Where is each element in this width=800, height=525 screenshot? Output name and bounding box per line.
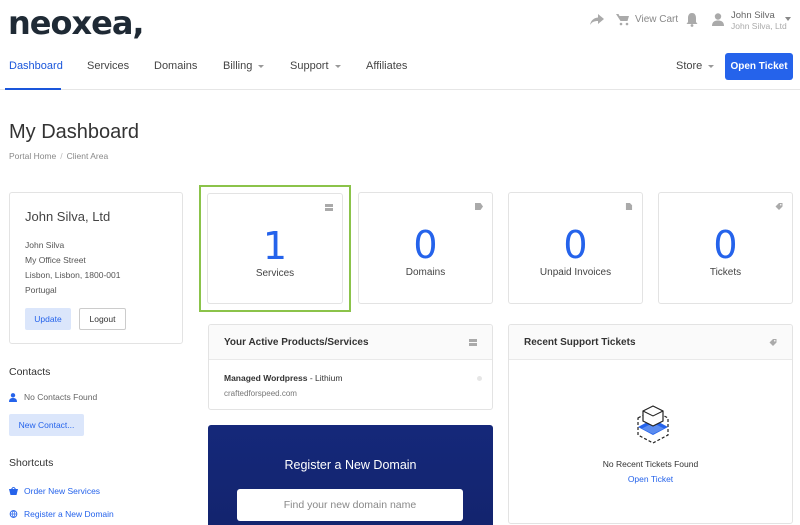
nav-affiliates[interactable]: Affiliates <box>366 60 407 72</box>
cart-icon[interactable] <box>616 13 630 26</box>
stat-value: 0 <box>713 223 738 267</box>
stat-tile-tickets[interactable]: 0 Tickets <box>658 192 793 304</box>
ticket-icon <box>775 203 783 210</box>
panel-header: Recent Support Tickets <box>509 325 792 360</box>
panel-title: Your Active Products/Services <box>224 337 369 348</box>
server-icon <box>325 204 333 211</box>
ticket-icon <box>769 339 777 346</box>
address-line: John Silva <box>25 240 65 250</box>
profile-card: John Silva, Ltd John Silva My Office Str… <box>9 192 183 344</box>
user-avatar-icon[interactable] <box>712 13 724 26</box>
domain-search-input[interactable] <box>237 489 463 521</box>
person-icon <box>9 392 17 402</box>
bell-icon[interactable] <box>686 13 698 27</box>
brand-logo[interactable]: neoxea, <box>8 4 145 42</box>
update-button[interactable]: Update <box>25 308 71 330</box>
breadcrumb-client-area: Client Area <box>66 151 109 161</box>
stat-value: 0 <box>413 223 438 267</box>
chevron-down-icon <box>258 64 265 68</box>
view-cart-link[interactable]: View Cart <box>635 14 678 25</box>
basket-icon <box>9 487 18 495</box>
nav-support-label: Support <box>290 60 329 72</box>
logout-button[interactable]: Logout <box>79 308 126 330</box>
stat-label: Domains <box>405 267 446 278</box>
shortcut-label: Order New Services <box>24 486 101 496</box>
stat-label: Unpaid Invoices <box>539 267 612 278</box>
contacts-empty: No Contacts Found <box>9 392 97 402</box>
nav-store[interactable]: Store <box>676 60 715 72</box>
main-nav: Dashboard Services Domains Billing Suppo… <box>0 42 800 90</box>
contacts-title: Contacts <box>9 366 51 378</box>
server-icon <box>469 339 477 346</box>
nav-billing[interactable]: Billing <box>223 60 265 72</box>
contacts-empty-text: No Contacts Found <box>24 392 98 402</box>
breadcrumb: Portal Home / Client Area <box>9 151 108 161</box>
user-company[interactable]: John Silva, Ltd <box>731 21 787 31</box>
stat-tile-invoices[interactable]: 0 Unpaid Invoices <box>508 192 643 304</box>
nav-dashboard[interactable]: Dashboard <box>9 60 63 72</box>
stat-value: 1 <box>262 224 288 268</box>
register-domain-title: Register a New Domain <box>284 458 417 472</box>
address-line: Lisbon, Lisbon, 1800-001 <box>25 270 121 280</box>
breadcrumb-portal-home[interactable]: Portal Home <box>9 151 56 161</box>
shortcuts-title: Shortcuts <box>9 457 54 469</box>
status-dot <box>477 376 482 381</box>
profile-company: John Silva, Ltd <box>25 209 111 224</box>
empty-inbox-icon <box>637 405 669 444</box>
product-item[interactable]: Managed Wordpress - Lithium <box>224 373 342 383</box>
stat-label: Tickets <box>709 267 742 278</box>
address-line: Portugal <box>25 285 57 295</box>
logo-mark: , <box>132 4 144 42</box>
product-domain: craftedforspeed.com <box>224 389 297 398</box>
shortcut-register-domain[interactable]: Register a New Domain <box>9 509 114 519</box>
nav-support[interactable]: Support <box>290 60 341 72</box>
stat-label: Services <box>255 268 295 279</box>
shortcut-label: Register a New Domain <box>24 509 114 519</box>
logo-text: neoxea <box>8 4 133 42</box>
chevron-down-icon <box>708 64 715 68</box>
support-tickets-panel: Recent Support Tickets No Recent Tickets… <box>508 324 793 524</box>
shortcut-order-services[interactable]: Order New Services <box>9 486 100 496</box>
globe-icon <box>9 510 18 518</box>
page-title: My Dashboard <box>9 121 140 143</box>
chevron-down-icon <box>334 64 341 68</box>
nav-store-label: Store <box>676 60 703 72</box>
nav-services[interactable]: Services <box>87 60 129 72</box>
product-name: Managed Wordpress <box>224 373 308 383</box>
open-ticket-button[interactable]: Open Ticket <box>725 53 793 80</box>
no-tickets-text: No Recent Tickets Found <box>602 459 699 469</box>
document-icon <box>625 203 633 210</box>
nav-active-indicator <box>5 88 61 90</box>
top-bar: neoxea, View Cart John Silva John Silva,… <box>0 0 800 42</box>
panel-title: Recent Support Tickets <box>524 337 636 348</box>
nav-billing-label: Billing <box>223 60 253 72</box>
tag-icon <box>475 203 483 210</box>
product-group: Lithium <box>315 373 343 383</box>
address-line: My Office Street <box>25 255 86 265</box>
share-icon[interactable] <box>590 14 604 26</box>
active-products-panel: Your Active Products/Services Managed Wo… <box>208 324 493 410</box>
nav-domains[interactable]: Domains <box>154 60 197 72</box>
stat-value: 0 <box>563 223 588 267</box>
panel-header: Your Active Products/Services <box>209 325 492 360</box>
open-ticket-link[interactable]: Open Ticket <box>509 474 792 484</box>
register-domain-panel: Register a New Domain <box>208 425 493 525</box>
user-name[interactable]: John Silva <box>731 10 775 21</box>
stat-tile-services[interactable]: 1 Services <box>199 185 351 312</box>
chevron-down-icon[interactable] <box>785 17 791 21</box>
stat-tile-domains[interactable]: 0 Domains <box>358 192 493 304</box>
breadcrumb-separator: / <box>60 151 63 161</box>
new-contact-button[interactable]: New Contact... <box>9 414 84 436</box>
